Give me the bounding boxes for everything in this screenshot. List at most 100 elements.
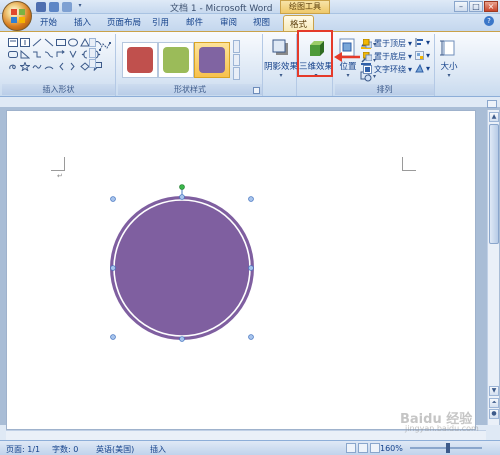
- drawing-tools-context-title: 绘图工具: [280, 0, 330, 14]
- purple-circle-shape[interactable]: [110, 196, 254, 340]
- position-label: 位置: [339, 62, 357, 72]
- scroll-up-button[interactable]: [89, 38, 96, 48]
- shadow-effects-button[interactable]: 阴影效果 ▾: [261, 36, 301, 84]
- left-bracket-shape-icon[interactable]: [56, 62, 66, 71]
- chevron-down-icon: ▾: [408, 65, 413, 74]
- full-screen-view-button[interactable]: [358, 443, 368, 453]
- chevron-down-icon: ▾: [408, 52, 413, 61]
- ribbon-tab-row: 开始 插入 页面布局 引用 邮件 审阅 视图 格式 ?: [0, 14, 500, 31]
- gallery-expand-button[interactable]: [89, 58, 96, 68]
- shadow-effects-group: 阴影效果 ▾: [264, 34, 298, 96]
- rectangle-shape-icon[interactable]: [56, 38, 66, 47]
- send-to-back-button[interactable]: 置于底层 ▾: [362, 51, 413, 62]
- down-arrow-shape-icon[interactable]: [68, 50, 78, 59]
- document-page[interactable]: [6, 110, 476, 430]
- align-button[interactable]: ▾: [415, 38, 430, 47]
- tab-mailings[interactable]: 邮件: [186, 16, 203, 28]
- elbow-connector-shape-icon[interactable]: [32, 50, 42, 59]
- minimize-button[interactable]: –: [454, 1, 468, 12]
- tab-home[interactable]: 开始: [40, 16, 57, 28]
- redo-icon[interactable]: [62, 2, 72, 12]
- shape-style-swatch-green[interactable]: [158, 42, 194, 78]
- language-indicator[interactable]: 英语(美国): [96, 444, 134, 455]
- star-shape-icon[interactable]: [18, 61, 32, 72]
- size-button[interactable]: 大小 ▾: [433, 36, 465, 84]
- resize-handle-right[interactable]: [248, 265, 254, 271]
- shape-styles-dialog-launcher[interactable]: [253, 87, 260, 94]
- scroll-up-button[interactable]: [233, 40, 240, 53]
- scroll-down-button[interactable]: [233, 53, 240, 67]
- maximize-button[interactable]: □: [469, 1, 483, 12]
- resize-handle-bottom-left[interactable]: [110, 334, 116, 340]
- browse-object-button[interactable]: ●: [489, 409, 499, 419]
- shape-styles-group: ▾ ▾ ▾ 形状样式: [118, 34, 376, 96]
- zoom-slider-thumb[interactable]: [446, 443, 450, 453]
- right-triangle-shape-icon[interactable]: [20, 49, 31, 59]
- resize-handle-top[interactable]: [179, 194, 185, 200]
- size-group: 大小 ▾: [437, 34, 463, 96]
- style-swatch-fill: [127, 47, 153, 73]
- tab-format[interactable]: 格式: [283, 15, 315, 31]
- textbox-shape-icon[interactable]: [8, 38, 18, 47]
- qat-dropdown-icon[interactable]: ▾: [75, 2, 85, 12]
- shape-style-swatch-purple[interactable]: [194, 42, 230, 78]
- tab-references[interactable]: 引用: [152, 16, 169, 28]
- rounded-rect-shape-icon[interactable]: [8, 50, 18, 59]
- vertical-scrollbar[interactable]: ▲ ▼ ⏶ ●: [487, 110, 499, 425]
- insert-shapes-group: 插入形状: [2, 34, 116, 96]
- shadow-effects-icon: [271, 38, 291, 58]
- rotate-button[interactable]: ▾: [415, 63, 431, 73]
- group-button[interactable]: ▾: [415, 51, 430, 60]
- bent-arrow-shape-icon[interactable]: [56, 50, 66, 59]
- oval-shape-icon[interactable]: [68, 38, 78, 47]
- scroll-up-button[interactable]: ▲: [489, 112, 499, 122]
- help-icon[interactable]: ?: [484, 16, 494, 26]
- undo-icon[interactable]: [49, 2, 59, 12]
- web-layout-view-button[interactable]: [370, 443, 380, 453]
- arrange-group: 位置 ▾ 置于顶层 ▾ 置于底层 ▾ 文字环绕 ▾ ▾ ▾ ▾ 排列: [335, 34, 435, 96]
- chevron-down-icon: ▾: [426, 64, 431, 73]
- save-icon[interactable]: [36, 2, 46, 12]
- gallery-expand-button[interactable]: [233, 67, 240, 81]
- shape-styles-scroll: [233, 40, 240, 81]
- tab-insert[interactable]: 插入: [74, 16, 91, 28]
- arc-shape-icon[interactable]: [44, 62, 54, 71]
- page-count[interactable]: 页面: 1/1: [6, 444, 40, 455]
- bring-to-front-button[interactable]: 置于顶层 ▾: [362, 38, 412, 49]
- ruler-toggle-button[interactable]: [487, 100, 497, 108]
- tab-page-layout[interactable]: 页面布局: [107, 16, 141, 28]
- three-d-effects-highlight: [297, 30, 333, 77]
- resize-handle-bottom[interactable]: [179, 336, 185, 342]
- line-shape-icon[interactable]: [32, 38, 42, 47]
- scroll-down-button[interactable]: ▼: [489, 386, 499, 396]
- office-logo-icon: [10, 8, 26, 24]
- right-bracket-shape-icon[interactable]: [68, 62, 78, 71]
- text-wrapping-button[interactable]: 文字环绕 ▾: [363, 64, 412, 75]
- previous-page-button[interactable]: ⏶: [489, 398, 499, 408]
- zoom-level[interactable]: 160%: [380, 444, 403, 453]
- vertical-textbox-shape-icon[interactable]: [20, 38, 30, 47]
- print-layout-view-button[interactable]: [346, 443, 356, 453]
- rotation-handle[interactable]: [179, 184, 185, 190]
- resize-handle-left[interactable]: [110, 265, 116, 271]
- resize-handle-top-right[interactable]: [248, 196, 254, 202]
- insert-mode-indicator[interactable]: 插入: [150, 444, 166, 455]
- resize-handle-top-left[interactable]: [110, 196, 116, 202]
- resize-handle-bottom-right[interactable]: [248, 334, 254, 340]
- edit-shape-icon[interactable]: [99, 42, 111, 52]
- scroll-thumb[interactable]: [489, 124, 499, 244]
- loop-shape-icon[interactable]: [8, 62, 18, 71]
- tab-review[interactable]: 审阅: [220, 16, 237, 28]
- view-buttons: [346, 443, 380, 453]
- wave-shape-icon[interactable]: [32, 62, 42, 71]
- paragraph-mark: ↵: [57, 172, 63, 180]
- tab-view[interactable]: 视图: [253, 16, 270, 28]
- scroll-down-button[interactable]: [89, 48, 96, 58]
- word-count[interactable]: 字数: 0: [52, 444, 78, 455]
- shape-style-swatch-red[interactable]: [122, 42, 158, 78]
- office-button[interactable]: [2, 1, 32, 31]
- close-button[interactable]: ×: [484, 1, 498, 12]
- arrow-shape-icon[interactable]: [44, 38, 54, 47]
- curved-connector-shape-icon[interactable]: [44, 50, 54, 59]
- chevron-down-icon: ▾: [426, 38, 431, 47]
